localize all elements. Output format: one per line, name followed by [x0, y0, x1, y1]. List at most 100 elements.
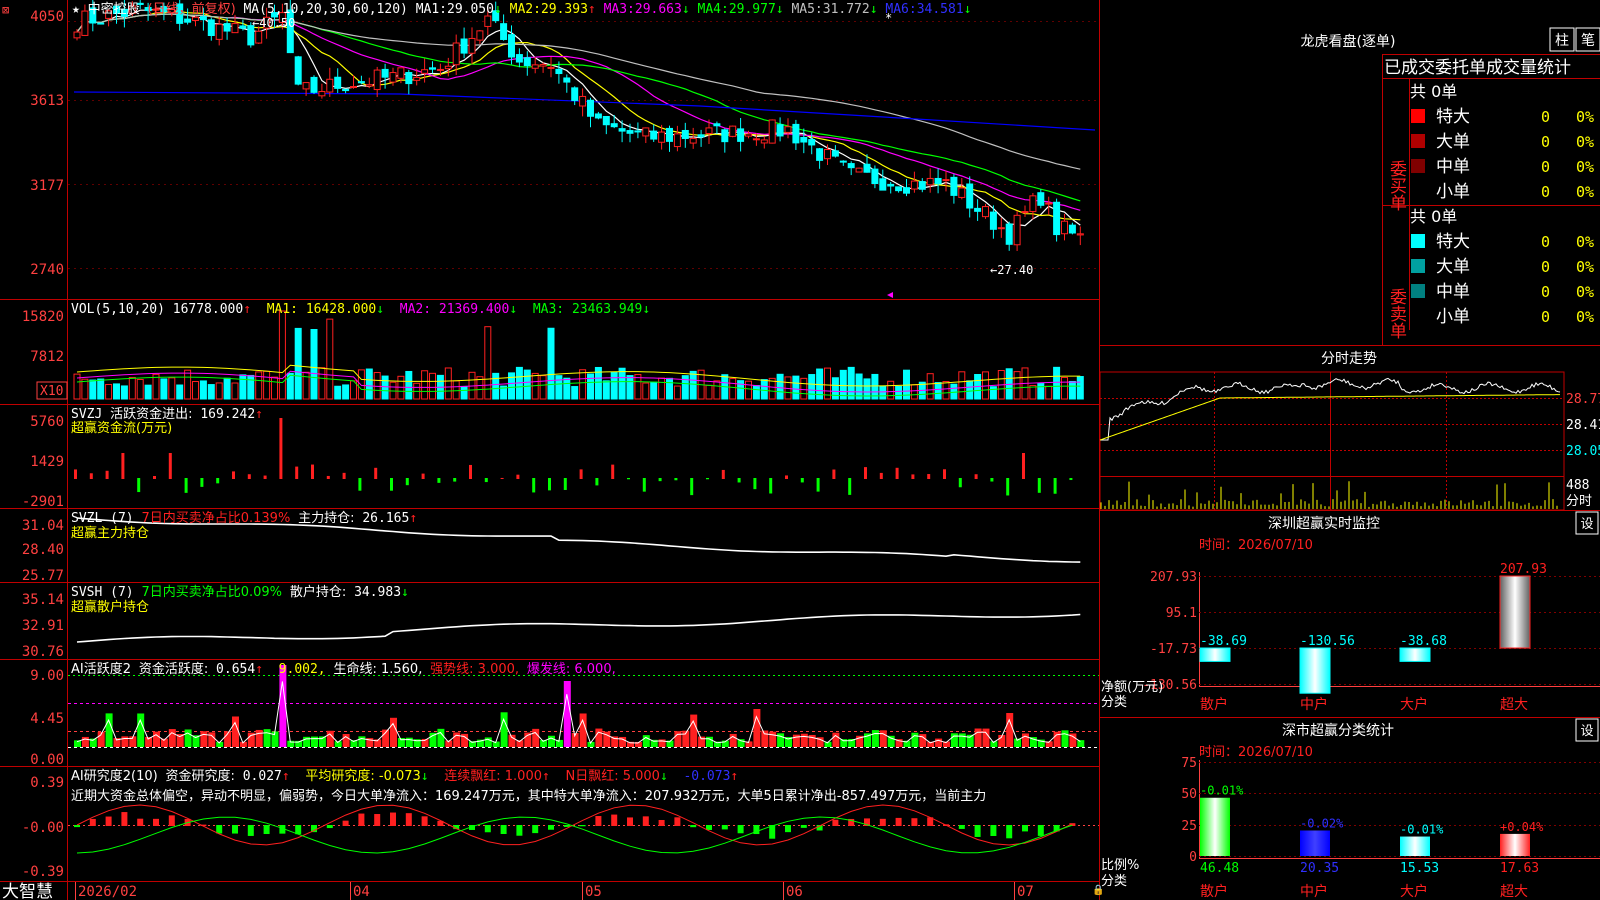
- activity-bar: [1077, 740, 1085, 747]
- candle-body: [587, 99, 594, 117]
- stats-time: 时间：2026/07/10: [1199, 745, 1313, 760]
- volume-bar: [176, 384, 184, 400]
- svzj-bar: [184, 478, 188, 493]
- research-bar: [484, 825, 491, 833]
- svsh-panel[interactable]: SVSH (7) 7日内买卖净占比0.09% 散户持仓: 34.983↓, 超赢…: [22, 584, 1081, 660]
- row-volume: 0: [1541, 308, 1550, 326]
- research-bar: [263, 825, 270, 835]
- volume-bar: [278, 310, 286, 400]
- longhu-title: 龙虎看盘(逐单): [1301, 33, 1396, 50]
- svsh-axis-1: 35.14: [22, 592, 64, 608]
- svzj-panel[interactable]: SVZJ 活跃资金进出: 169.242↑, 超赢资金流(万元) 5760 14…: [22, 406, 1073, 510]
- monitor-bars: -38.69 散户 -130.56 中户 -38.68 大户 207.93 超大: [1199, 562, 1547, 713]
- volume-bar: [792, 375, 800, 400]
- candle-body: [1053, 201, 1061, 236]
- svzj-bar: [706, 478, 709, 480]
- candle-body: [239, 25, 247, 29]
- research-bar: [74, 825, 80, 828]
- activity-bar: [563, 681, 571, 747]
- row-name: 大单: [1436, 257, 1470, 277]
- monitor-bar: [1199, 647, 1231, 662]
- research-bar: [974, 825, 981, 837]
- activity-bar: [200, 731, 208, 747]
- intraday-vol-axis: 488: [1566, 478, 1589, 493]
- tick-mode-label[interactable]: 笔: [1581, 33, 1595, 49]
- volume-bar: [571, 386, 579, 400]
- svzj-bar: [153, 475, 156, 479]
- research-bar: [105, 816, 112, 826]
- volume-bar: [326, 318, 334, 400]
- row-percent: 0%: [1576, 183, 1594, 201]
- svzj-bar: [405, 478, 409, 486]
- stats-bar-change: -0.01%: [1200, 784, 1244, 798]
- svzl-panel[interactable]: SVZL (7) 7日内买卖净占比0.139% 主力持仓: 26.165↑, 超…: [22, 510, 1081, 584]
- svzj-bar: [642, 478, 646, 492]
- longhu-panel[interactable]: 龙虎看盘(逐单) 柱 笔 已成交委托单成交量统计 委买单 委卖单 共 0单 共 …: [1301, 27, 1600, 339]
- candle-body: [918, 181, 926, 190]
- monitor-axis-label: 207.93: [1150, 570, 1197, 585]
- svzj-bar: [832, 469, 836, 479]
- candle-body: [871, 168, 879, 185]
- ma6-arrow: ↓: [964, 2, 972, 17]
- ma5-value: 31.772: [823, 2, 870, 17]
- ai-research-panel[interactable]: AI研究度2(10) 资金研究度: 0.027↑, 平均研究度: -0.073↓…: [22, 768, 1099, 880]
- candle-body: [610, 123, 618, 128]
- svzj-bar: [816, 478, 820, 492]
- candle-body: [468, 37, 476, 54]
- buy-total: 共 0单: [1410, 82, 1457, 101]
- svzj-header: SVZJ 活跃资金进出: 169.242↑,: [71, 406, 271, 422]
- ai-activity-panel[interactable]: AI活跃度2 资金活跃度: 0.654↑, 9.002, 生命线: 1.560,…: [30, 661, 1099, 768]
- candle-body: [816, 148, 824, 161]
- candle-body: [1061, 220, 1068, 235]
- candle-body: [500, 23, 508, 40]
- candlesticks[interactable]: [73, 0, 1084, 251]
- volume-bar: [910, 384, 918, 400]
- row-volume: 0: [1541, 258, 1550, 276]
- monitor-panel[interactable]: 深圳超赢实时监控 设 时间：2026/07/10 207.93 95.1 -17.7…: [1101, 511, 1600, 713]
- activity-bar: [950, 733, 958, 747]
- row-volume: 0: [1541, 108, 1550, 126]
- volume-bar: [579, 369, 587, 400]
- volume-bar: [989, 386, 997, 400]
- volume-bar: [547, 327, 555, 400]
- svzj-bar: [374, 467, 378, 479]
- volume-bar: [713, 380, 721, 400]
- bar-mode-label[interactable]: 柱: [1555, 33, 1569, 49]
- volume-bar: [318, 367, 326, 400]
- volume-bar: [523, 369, 531, 400]
- volume-bar: [1045, 385, 1053, 400]
- close-icon[interactable]: ⊠: [2, 3, 9, 17]
- volume-bar: [729, 378, 737, 400]
- candle-body: [681, 129, 689, 139]
- svzj-bar: [737, 478, 741, 483]
- stats-settings-label[interactable]: 设: [1580, 724, 1593, 739]
- activity-bar: [871, 730, 879, 747]
- stats-category: 中户: [1300, 883, 1328, 900]
- ai2-header: AI研究度2(10) 资金研究度: 0.027↑, 平均研究度: -0.073↓…: [71, 768, 738, 784]
- monitor-title: 深圳超赢实时监控: [1268, 515, 1380, 532]
- stats-panel[interactable]: 深市超赢分类统计 设 时间：2026/07/10 75 50 25 0 -0.01% 4…: [1101, 718, 1600, 900]
- candle-body: [365, 84, 373, 87]
- candle-body: [579, 95, 587, 107]
- date-label-3: 05: [585, 884, 602, 900]
- candle-body: [618, 128, 626, 132]
- activity-bar: [548, 735, 555, 747]
- svzj-bar: [342, 472, 346, 479]
- price-panel[interactable]: ⊠ ★ 中密控股 (日线，前复权) MA(5,10,20,30,60,120) …: [2, 0, 1099, 298]
- ma3-arrow: ↓: [682, 2, 690, 17]
- volume-bar: [334, 385, 342, 400]
- monitor-settings-label[interactable]: 设: [1580, 517, 1593, 532]
- candle-body: [768, 119, 776, 144]
- ma-lines: [73, 7, 1096, 227]
- intraday-panel[interactable]: 分时走势 28.77 28.41 28.05 488 分时: [1099, 351, 1600, 511]
- volume-panel[interactable]: VOL(5,10,20) 16778.000↑, MA1: 16428.000↓…: [22, 302, 1084, 400]
- row-name: 特大: [1436, 107, 1470, 127]
- svzj-bar: [484, 478, 488, 483]
- candle-body: [460, 38, 468, 54]
- candle-body: [792, 123, 800, 144]
- candle-body: [1045, 202, 1053, 205]
- candle-body: [958, 187, 966, 198]
- vol-unit: X10: [40, 384, 63, 399]
- svzj-bar: [658, 478, 662, 482]
- volume-bar: [539, 375, 547, 400]
